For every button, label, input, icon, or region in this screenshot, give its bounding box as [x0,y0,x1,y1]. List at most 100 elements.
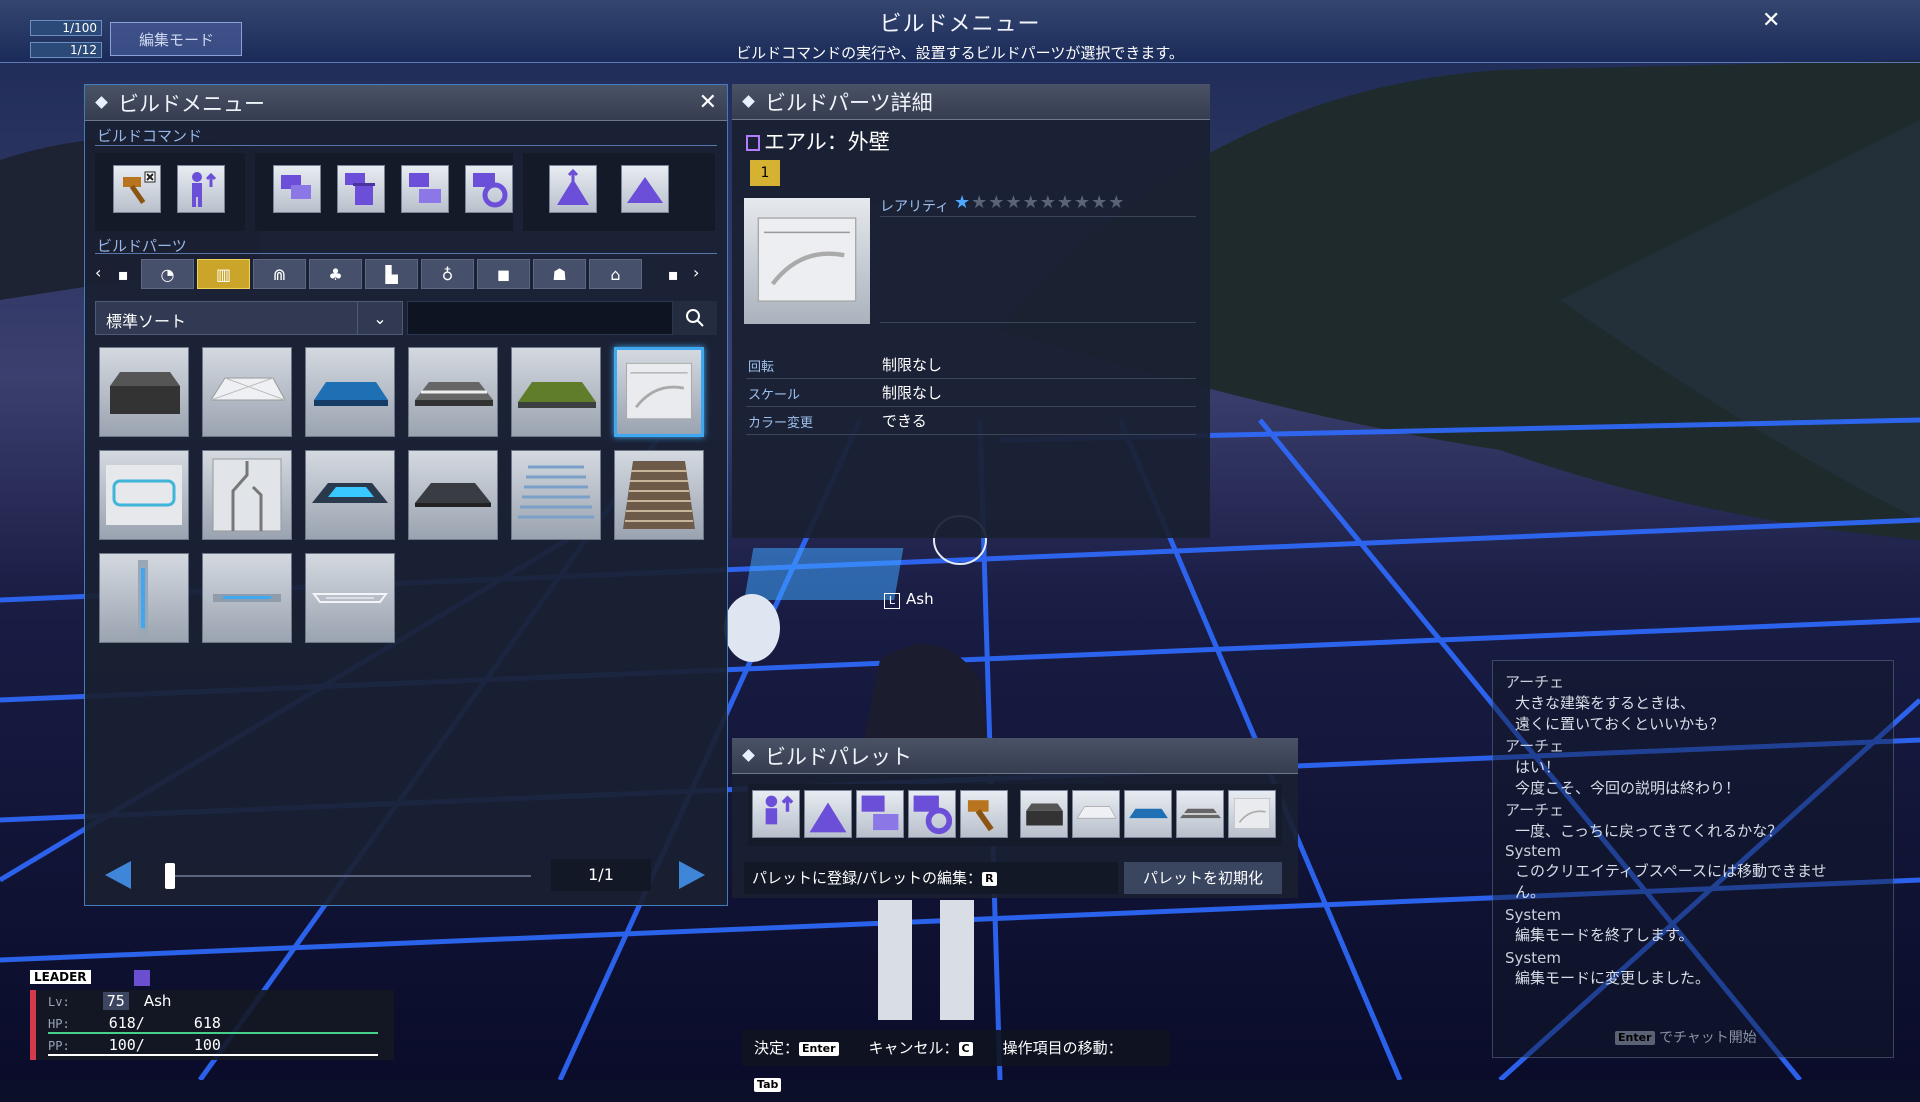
player-stat-box: Lv: 75 Ash HP: 618/ 618 PP: 100/ 100 [30,990,394,1060]
top-bar: 1/100 1/12 編集モード ビルドメニュー ビルドコマンドの実行や、設置す… [0,0,1920,63]
palette-reset-button[interactable]: パレットを初期化 [1124,862,1282,894]
character-move-icon[interactable] [752,790,800,838]
wave-floor-part[interactable] [511,450,601,540]
command-group-edit [255,153,513,231]
group-parts-icon[interactable] [856,790,904,838]
hammer-remove-icon[interactable] [113,165,161,213]
circuit-wall-part[interactable] [202,450,292,540]
key-guide-item: キャンセル： C [869,1039,973,1057]
chevron-down-icon[interactable]: ⌄ [357,302,402,334]
rail-part[interactable] [305,553,395,643]
page-slider-track[interactable] [165,875,531,877]
house-icon[interactable]: ⌂ [589,259,642,289]
blue-floor-part[interactable] [1124,790,1172,838]
pillar-part[interactable] [99,553,189,643]
hp-bar [48,1032,378,1034]
star-icon: ★ [988,192,1006,213]
curved-wall-part[interactable] [614,347,704,437]
pp-bar [48,1054,378,1056]
divider [95,145,717,146]
build-menu-header: ビルドメニュー ✕ [85,85,727,121]
next-page-icon[interactable] [679,861,705,889]
chevron-right-icon[interactable]: › [693,263,699,282]
character-move-icon[interactable] [177,165,225,213]
property-key: カラー変更 [748,416,814,431]
close-icon[interactable]: ✕ [1762,8,1780,33]
property-value: 制限なし [882,356,943,374]
pager: 1/1 [95,855,715,895]
dark-plate-part[interactable] [408,450,498,540]
tree-icon[interactable]: ♣ [309,259,362,289]
command-group-terrain [523,153,715,231]
hp-value: 618/ [108,1014,145,1032]
copy-parts-icon[interactable] [273,165,321,213]
bar-part[interactable] [202,553,292,643]
prev-page-icon[interactable] [105,861,131,889]
terrain-raise-icon[interactable] [804,790,852,838]
settings-parts-icon[interactable] [908,790,956,838]
chat-text: ん。 [1515,883,1546,901]
key-icon: C [958,1041,973,1056]
dark-box-part[interactable] [1020,790,1068,838]
striped-floor-part[interactable] [1176,790,1224,838]
delete-parts-icon[interactable] [337,165,385,213]
wood-slat-part[interactable] [614,450,704,540]
close-icon[interactable]: ✕ [699,90,717,115]
property-key: スケール [748,388,801,403]
commands-label: ビルドコマンド [97,127,203,145]
sort-select[interactable]: 標準ソート ⌄ [95,301,403,335]
page-subtitle: ビルドコマンドの実行や、設置するビルドパーツが選択できます。 [736,44,1184,62]
chat-sender: System [1505,906,1561,924]
blue-floor-part[interactable] [305,347,395,437]
blocks-icon[interactable]: ◼ [477,259,530,289]
page-slider-thumb[interactable] [165,863,175,889]
key-icon: Enter [799,1041,839,1056]
misc-icon[interactable]: ▪ [657,259,689,289]
chat-input-text: でチャット開始 [1654,1030,1757,1046]
terrain-flatten-icon[interactable] [621,165,669,213]
all-icon[interactable]: ▪ [107,259,139,289]
arch-icon[interactable]: ⋒ [253,259,306,289]
build-menu-panel: ビルドメニュー ✕ ビルドコマンド ビルドパーツ ‹ ▪ ◔ ▥ ⋒ ♣ ▙ ♁… [84,84,728,906]
star-icon: ★ [1091,192,1109,213]
pp-label: PP: [48,1039,70,1053]
settings-parts-icon[interactable] [465,165,513,213]
group-parts-icon[interactable] [401,165,449,213]
grass-floor-part[interactable] [511,347,601,437]
class-icon [134,970,150,986]
item-name: エアル：外壁 [746,126,890,156]
build-palette-panel: ビルドパレット パレットに登録/パレットの編集： R パレットを初期化 [732,738,1298,898]
frame-panel-part[interactable] [99,450,189,540]
wall-category-icon [746,135,760,151]
trophy-icon[interactable]: ♁ [421,259,474,289]
hammer-remove-icon[interactable] [960,790,1008,838]
curved-wall-part[interactable] [1228,790,1276,838]
striped-floor-part[interactable] [408,347,498,437]
blue-pad-part[interactable] [305,450,395,540]
search-icon[interactable] [673,301,717,335]
figures-icon[interactable]: ☗ [533,259,586,289]
divider [880,216,1196,217]
dark-box-part[interactable] [99,347,189,437]
key-guide-label: キャンセル： [868,1039,959,1057]
terrain-raise-icon[interactable] [549,165,597,213]
chat-message: アーチェ 一度、こっちに戻ってきてくれるかな？ [1505,799,1782,841]
palette-register-hint[interactable]: パレットに登録/パレットの編集： R [744,862,1118,894]
diamond-icon [95,96,108,109]
chat-log[interactable]: アーチェ 大きな建築をするときは、 遠くに置いておくといいかも？ アーチェ はい！ 今度こ… [1492,660,1894,1058]
white-sheet-part[interactable] [202,347,292,437]
key-guide-label: 決定： [754,1039,800,1057]
recent-icon[interactable]: ◔ [141,259,194,289]
chat-input-hint[interactable]: Enter でチャット開始 [1615,1027,1757,1047]
wall-icon[interactable]: ▥ [197,259,250,289]
chat-message: アーチェ 大きな建築をするときは、 遠くに置いておくといいかも？ [1505,671,1724,734]
chair-icon[interactable]: ▙ [365,259,418,289]
star-icon: ★ [1005,192,1023,213]
property-value: 制限なし [882,384,943,402]
search-input[interactable] [407,301,673,335]
chevron-left-icon[interactable]: ‹ [95,263,101,282]
placement-preview [744,548,904,600]
chat-text: 編集モードを終了します。 [1515,926,1694,944]
white-sheet-part[interactable] [1072,790,1120,838]
rarity-label: レアリティ [880,199,950,215]
